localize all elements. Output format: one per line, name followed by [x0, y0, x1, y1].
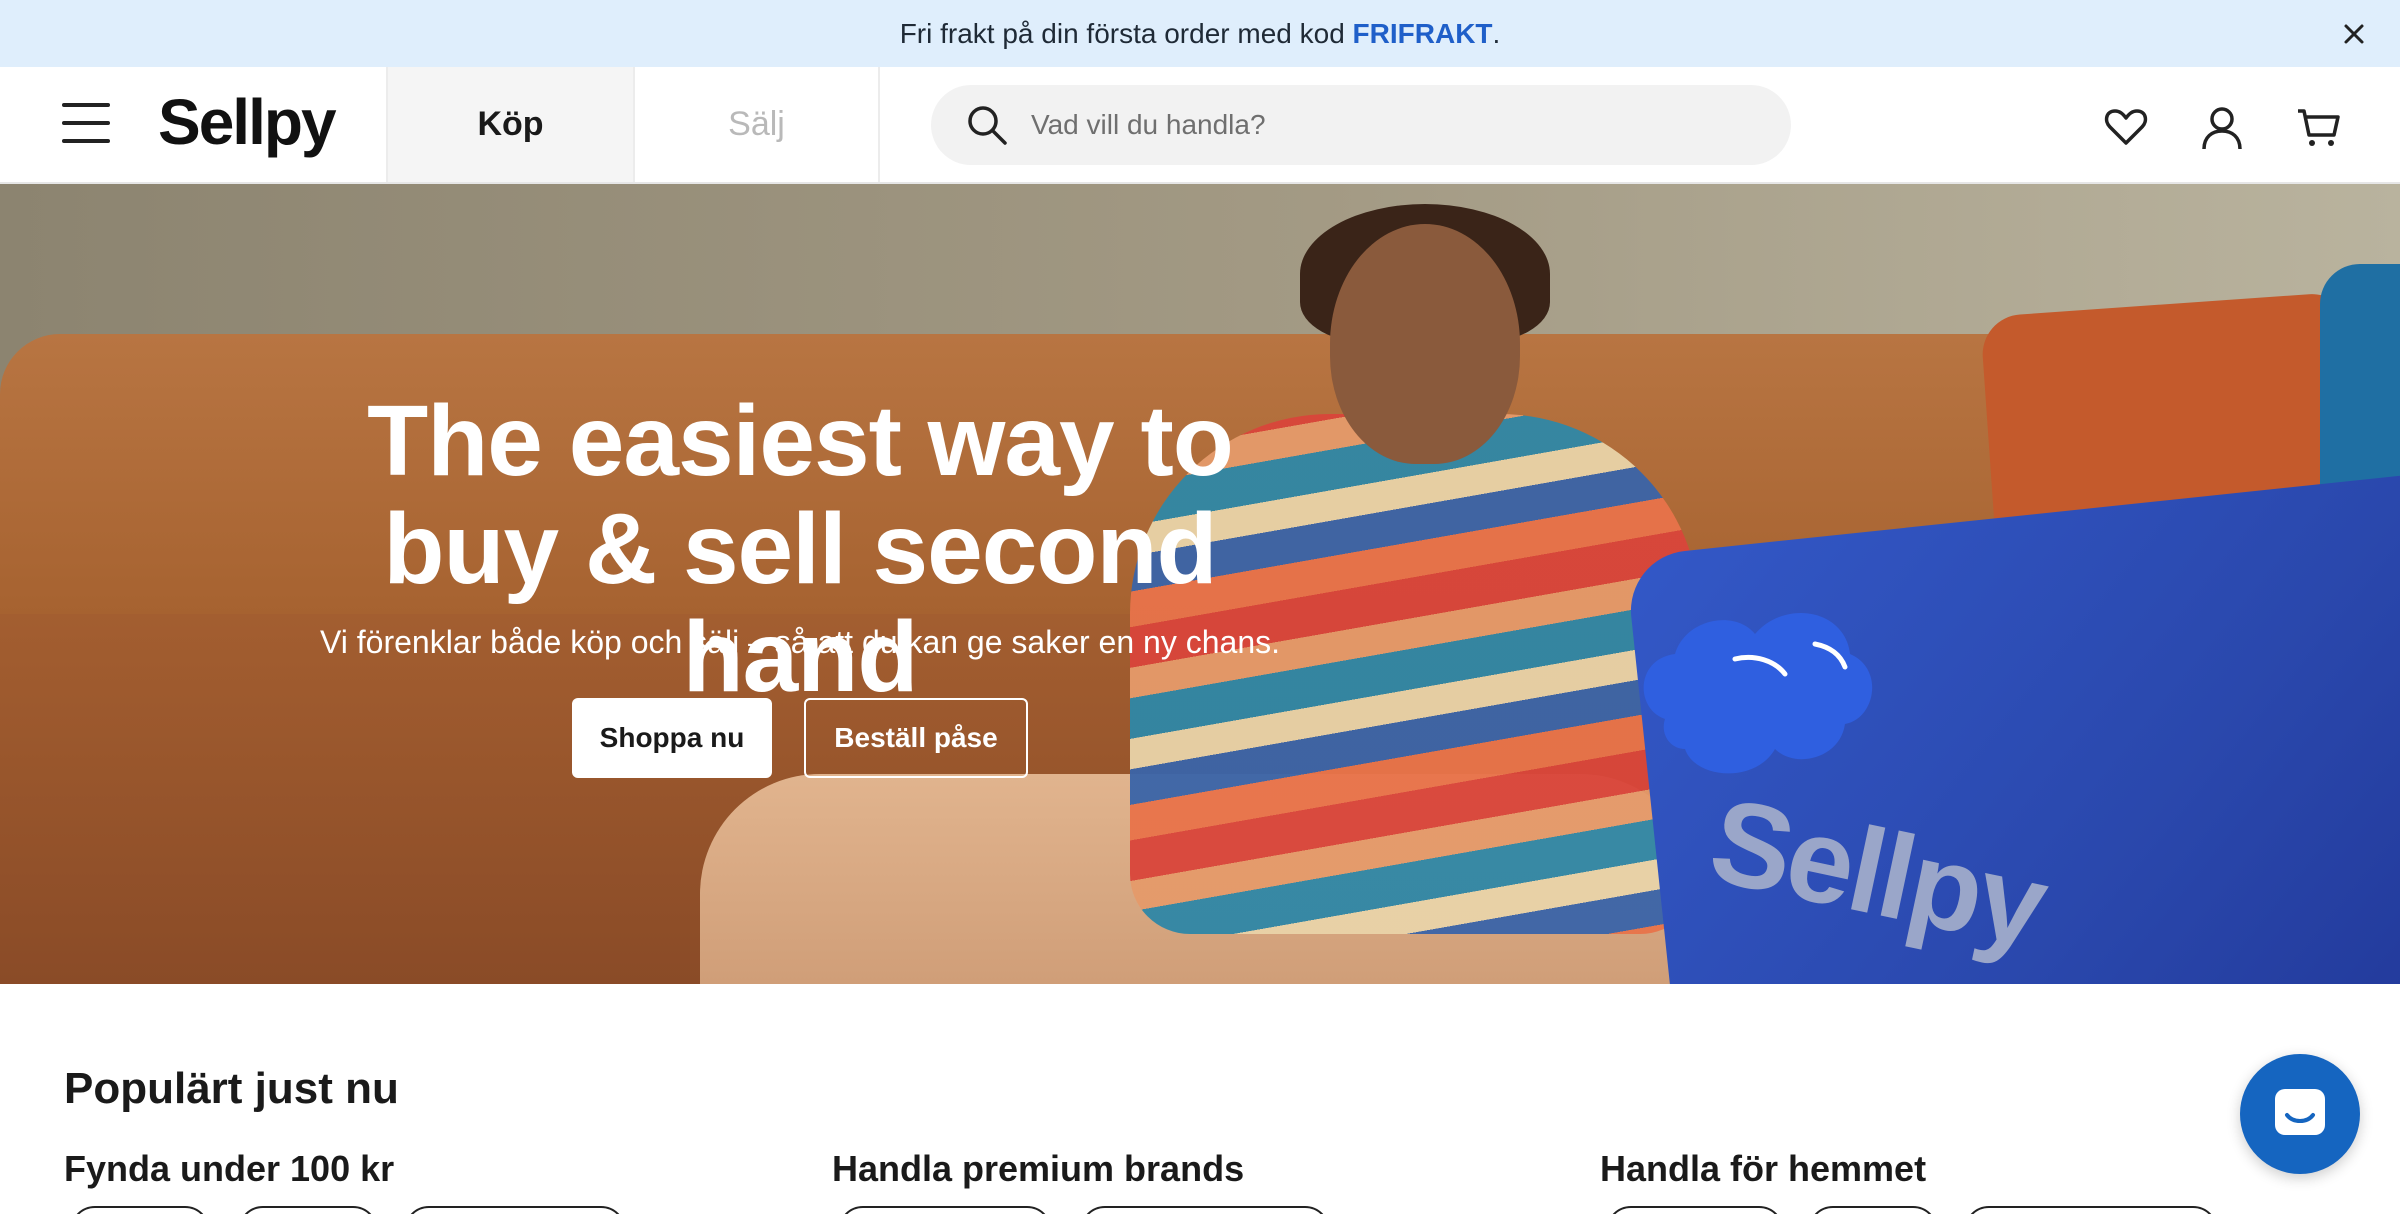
shop-now-button[interactable]: Shoppa nu — [572, 698, 772, 778]
hero-subtitle: Vi förenklar både köp och sälj – så att … — [320, 624, 1280, 660]
search-input[interactable] — [1031, 109, 1731, 141]
category-chip[interactable] — [1080, 1206, 1330, 1214]
promo-code: FRIFRAKT — [1352, 17, 1493, 49]
hero-banner: Sellpy The easiest way to buy & sell sec… — [0, 184, 2400, 984]
site-header: Sellpy Köp Sälj — [0, 67, 2400, 184]
search-bar[interactable] — [931, 85, 1791, 165]
category-chip[interactable] — [70, 1206, 210, 1214]
category-chip[interactable] — [238, 1206, 378, 1214]
search-icon — [968, 106, 1007, 145]
category-chip[interactable] — [404, 1206, 626, 1214]
tab-salj[interactable]: Sälj — [633, 67, 880, 182]
hero-title-line2: buy & sell second hand — [383, 493, 1217, 713]
chat-icon — [2275, 1089, 2325, 1135]
order-bag-button[interactable]: Beställ påse — [804, 698, 1028, 778]
chat-button[interactable] — [2240, 1054, 2360, 1174]
category-title[interactable]: Handla för hemmet — [1600, 1148, 1926, 1190]
heart-icon[interactable] — [2102, 103, 2150, 151]
menu-icon[interactable] — [62, 103, 112, 147]
tab-kop[interactable]: Köp — [386, 67, 633, 182]
category-title[interactable]: Fynda under 100 kr — [64, 1148, 394, 1190]
category-chip[interactable] — [838, 1206, 1052, 1214]
category-chip[interactable] — [1606, 1206, 1784, 1214]
section-title: Populärt just nu — [64, 1064, 399, 1113]
hero-title: The easiest way to buy & sell second han… — [290, 387, 1310, 711]
hero-title-line1: The easiest way to — [367, 385, 1234, 497]
mascot-icon — [1643, 612, 1873, 774]
category-title[interactable]: Handla premium brands — [832, 1148, 1244, 1190]
person-image — [1330, 224, 1520, 464]
promo-text: Fri frakt på din första order med kod FR… — [899, 17, 1501, 49]
close-icon[interactable] — [2336, 16, 2372, 52]
logo[interactable]: Sellpy — [158, 85, 337, 159]
user-icon[interactable] — [2198, 103, 2246, 151]
promo-banner: Fri frakt på din första order med kod FR… — [0, 0, 2400, 67]
cart-icon[interactable] — [2294, 103, 2342, 151]
category-chip[interactable] — [1808, 1206, 1938, 1214]
category-chip[interactable] — [1964, 1206, 2218, 1214]
